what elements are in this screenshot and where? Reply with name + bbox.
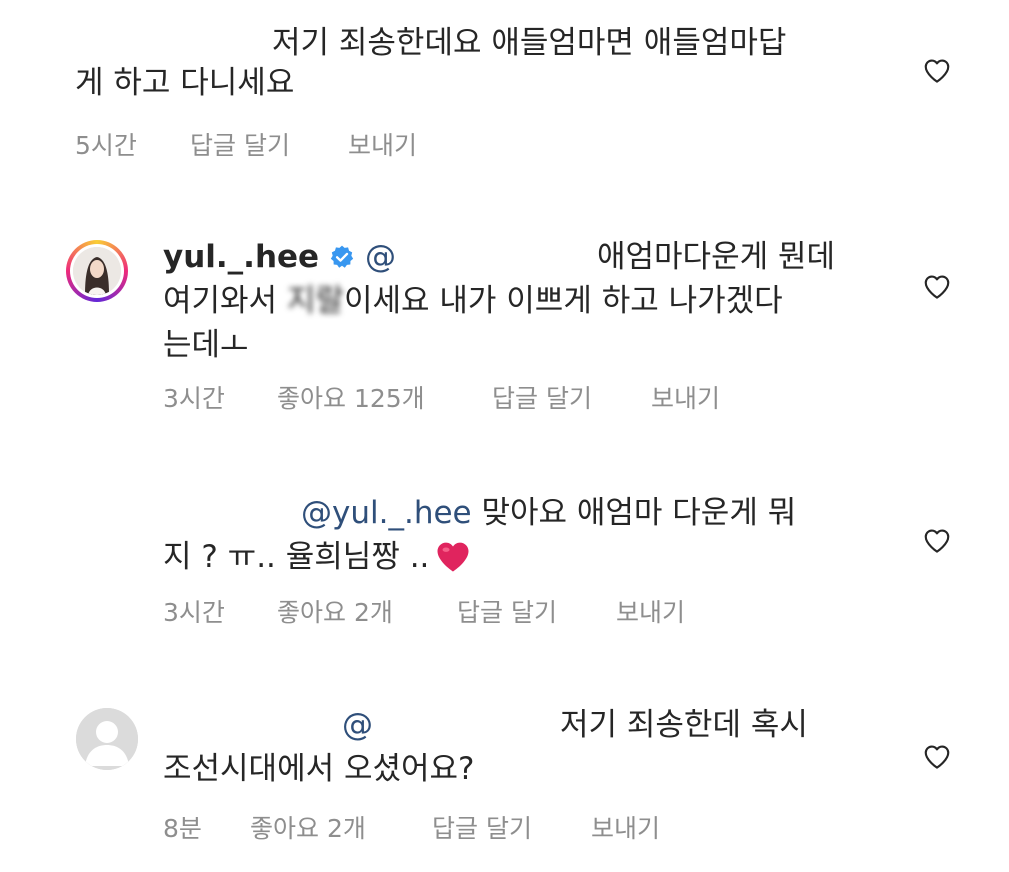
likes-count[interactable]: 좋아요 2개 bbox=[250, 813, 366, 845]
red-heart-emoji bbox=[437, 542, 469, 572]
reply-button[interactable]: 답글 달기 bbox=[190, 130, 290, 162]
comment-text-line: 조선시대에서 오셨어요? bbox=[163, 751, 475, 787]
comment-time: 8분 bbox=[163, 814, 202, 843]
comment-text: 여기와서 bbox=[163, 283, 287, 319]
comment-username[interactable]: yul._.hee bbox=[163, 239, 319, 275]
avatar[interactable] bbox=[76, 708, 138, 770]
heart-outline-icon[interactable] bbox=[922, 272, 952, 302]
profile-photo bbox=[73, 247, 121, 295]
comment-text-line: 여기와서 지랄이세요 내가 이쁘게 하고 나가겠다 bbox=[163, 280, 783, 322]
likes-count[interactable]: 좋아요 2개 bbox=[277, 597, 393, 629]
mention-link[interactable]: @yul._.hee bbox=[301, 495, 472, 531]
mention-at-text[interactable]: @ bbox=[342, 707, 373, 743]
avatar[interactable] bbox=[66, 240, 128, 302]
send-button[interactable]: 보내기 bbox=[651, 383, 720, 415]
reply-button[interactable]: 답글 달기 bbox=[432, 813, 532, 845]
comment-text-line: @yul._.hee 맞아요 애엄마 다운게 뭐 bbox=[301, 492, 796, 534]
likes-count[interactable]: 좋아요 125개 bbox=[277, 383, 425, 415]
send-button[interactable]: 보내기 bbox=[591, 813, 660, 845]
mention-at[interactable]: @ bbox=[365, 239, 396, 275]
comment-text: 이세요 내가 이쁘게 하고 나가겠다 bbox=[343, 283, 783, 319]
default-avatar-icon bbox=[76, 708, 138, 770]
heart-outline-icon[interactable] bbox=[922, 56, 952, 86]
reply-button[interactable]: 답글 달기 bbox=[492, 383, 592, 415]
heart-outline-icon[interactable] bbox=[922, 742, 952, 772]
verified-badge-icon bbox=[330, 245, 354, 268]
censored-text: 지랄 bbox=[286, 283, 344, 319]
send-button[interactable]: 보내기 bbox=[616, 597, 685, 629]
heart-outline-icon[interactable] bbox=[922, 526, 952, 556]
send-button[interactable]: 보내기 bbox=[348, 130, 417, 162]
comment-text-line: yul._.hee @ bbox=[163, 236, 396, 278]
comment-text-line: 는데ㅗ bbox=[163, 327, 249, 363]
comment-time: 3시간 bbox=[163, 598, 225, 627]
comment-text-line: 게 하고 다니세요 bbox=[75, 65, 295, 101]
comment-text: 맞아요 애엄마 다운게 뭐 bbox=[471, 495, 797, 531]
reply-button[interactable]: 답글 달기 bbox=[457, 597, 557, 629]
comment-text-line: 지 ? ㅠ.. 율희님짱 .. bbox=[163, 536, 473, 578]
comment-text: 지 ? ㅠ.. 율희님짱 .. bbox=[163, 539, 430, 575]
comment-time: 3시간 bbox=[163, 384, 225, 413]
comment-text-line: 저기 죄송한데 혹시 bbox=[560, 707, 808, 743]
comment-time: 5시간 bbox=[75, 131, 137, 160]
comment-text-line: 저기 죄송한데요 애들엄마면 애들엄마답 bbox=[272, 25, 787, 61]
mention-at[interactable]: @ bbox=[342, 704, 373, 746]
comment-text-line: 애엄마다운게 뭔데 bbox=[597, 239, 836, 275]
